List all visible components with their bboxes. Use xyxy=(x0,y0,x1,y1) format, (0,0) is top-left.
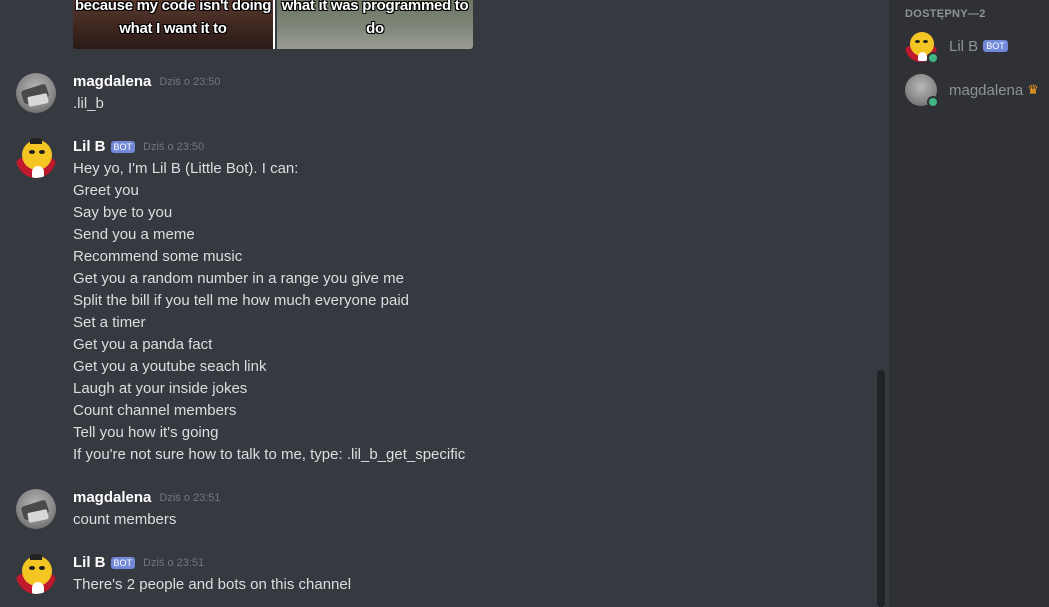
message-line: Greet you xyxy=(73,182,139,199)
chat-area[interactable]: because my code isn't doing what I want … xyxy=(0,0,873,607)
message-line: There's 2 people and bots on this channe… xyxy=(73,576,352,593)
message-line: Get you a random number in a range you g… xyxy=(73,270,405,287)
username[interactable]: magdalena xyxy=(73,73,151,90)
message-line: Say bye to you xyxy=(73,204,173,221)
message-header: Lil B BOT Dziś o 23:51 xyxy=(73,554,204,571)
scrollbar-thumb[interactable] xyxy=(877,370,885,607)
message-line: If you're not sure how to talk to me, ty… xyxy=(73,446,466,463)
member-section-title: DOSTĘPNY—2 xyxy=(905,8,986,20)
message-line: Set a timer xyxy=(73,314,146,331)
message-content: count members xyxy=(73,509,176,531)
message-line: Send you a meme xyxy=(73,226,195,243)
member-name: magdalena xyxy=(949,81,1024,99)
message-line: .lil_b xyxy=(73,95,104,112)
member-name: Lil B xyxy=(949,37,979,55)
member-list: DOSTĘPNY—2 Lil B BOT magdalena ♛ xyxy=(889,0,1049,607)
meme-divider xyxy=(272,0,275,49)
chat-scrollbar[interactable] xyxy=(873,0,889,607)
avatar[interactable] xyxy=(16,138,56,178)
timestamp: Dziś o 23:51 xyxy=(159,491,221,504)
member-item-lil-b[interactable]: Lil B BOT xyxy=(905,30,1008,64)
online-status-icon xyxy=(927,52,939,64)
username[interactable]: Lil B xyxy=(73,554,106,571)
message-line: Laugh at your inside jokes xyxy=(73,380,248,397)
message-content: .lil_b xyxy=(73,93,104,115)
meme-caption-left: because my code isn't doing what I want … xyxy=(74,0,272,37)
message-header: Lil B BOT Dziś o 23:50 xyxy=(73,138,204,155)
username[interactable]: magdalena xyxy=(73,489,151,506)
message-content: There's 2 people and bots on this channe… xyxy=(73,574,351,596)
meme-caption-right: what it was programmed to do xyxy=(281,0,469,37)
bot-tag: BOT xyxy=(983,40,1008,52)
avatar[interactable] xyxy=(16,73,56,113)
message-header: magdalena Dziś o 23:51 xyxy=(73,489,221,506)
meme-panel-right: what it was programmed to do xyxy=(276,0,473,49)
message-line: Count channel members xyxy=(73,402,237,419)
username[interactable]: Lil B xyxy=(73,138,106,155)
timestamp: Dziś o 23:50 xyxy=(159,75,221,88)
message-line: Hey yo, I'm Lil B (Little Bot). I can: xyxy=(73,160,299,177)
member-item-magdalena[interactable]: magdalena ♛ xyxy=(905,74,1039,108)
crown-icon: ♛ xyxy=(1027,82,1039,98)
meme-image[interactable]: because my code isn't doing what I want … xyxy=(73,0,473,49)
message-line: Recommend some music xyxy=(73,248,243,265)
message-line: count members xyxy=(73,511,177,528)
bot-tag: BOT xyxy=(110,556,136,569)
avatar[interactable] xyxy=(16,489,56,529)
avatar xyxy=(905,30,939,64)
message-line: Split the bill if you tell me how much e… xyxy=(73,292,410,309)
message-line: Get you a panda fact xyxy=(73,336,213,353)
online-status-icon xyxy=(927,96,939,108)
timestamp: Dziś o 23:51 xyxy=(143,556,205,569)
message-header: magdalena Dziś o 23:50 xyxy=(73,73,221,90)
message-line: Get you a youtube seach link xyxy=(73,358,267,375)
avatar xyxy=(905,74,939,108)
meme-panel-left: because my code isn't doing what I want … xyxy=(73,0,273,49)
message-content: Hey yo, I'm Lil B (Little Bot). I can: G… xyxy=(73,158,465,466)
timestamp: Dziś o 23:50 xyxy=(143,140,205,153)
message-line: Tell you how it's going xyxy=(73,424,219,441)
bot-tag: BOT xyxy=(110,140,136,153)
avatar[interactable] xyxy=(16,554,56,594)
